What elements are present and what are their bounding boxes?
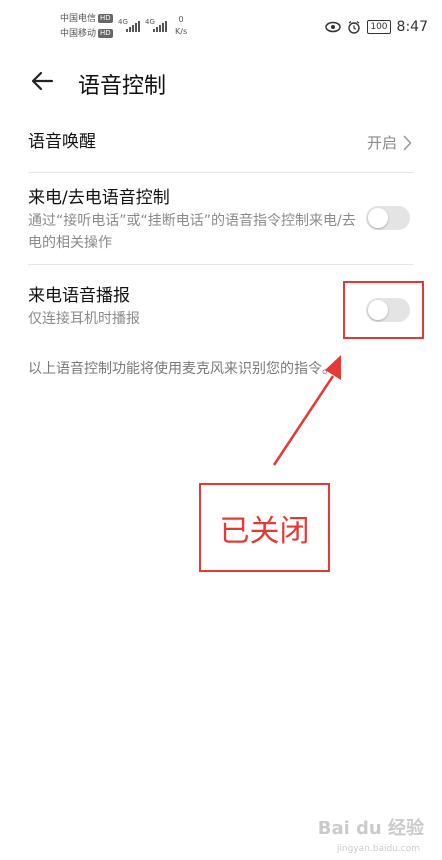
- call-voice-control-row: 来电/去电语音控制 通过“接听电话”或“挂断电话”的语音指令控制来电/去电的相关…: [28, 186, 412, 254]
- network-speed-unit: K/s: [175, 27, 188, 36]
- status-bar: 中国电信 HD 中国移动 HD 4G 4G 0 K/s 100 8:47: [0, 0, 442, 54]
- voice-wake-row[interactable]: 语音唤醒 开启: [28, 130, 412, 160]
- callout-box: 已关闭: [199, 483, 330, 572]
- alarm-clock-icon: [348, 20, 361, 34]
- callout-text: 已关闭: [219, 513, 310, 549]
- microphone-footnote: 以上语音控制功能将使用麦克风来识别您的指令。: [28, 361, 336, 377]
- carrier-1: 中国电信 HD: [60, 14, 113, 25]
- carrier-2-label: 中国移动: [60, 29, 97, 39]
- voice-wake-status: 开启: [366, 134, 397, 152]
- voice-wake-value: 开启: [367, 132, 412, 153]
- clock: 8:47: [396, 19, 428, 35]
- page-title: 语音控制: [78, 74, 167, 99]
- hd-badge-1: HD: [98, 14, 113, 23]
- divider: [28, 172, 414, 173]
- watermark-logo: Bai du 经验: [317, 818, 424, 839]
- switch-knob: [368, 208, 388, 228]
- signal-bars-icon-1: [126, 20, 140, 32]
- title-bar: 语音控制: [0, 58, 442, 106]
- call-voice-control-description: 通过“接听电话”或“挂断电话”的语音指令控制来电/去电的相关操作: [28, 213, 356, 251]
- annotation-arrow-icon: [272, 355, 341, 466]
- hd-badge-2: HD: [98, 29, 113, 38]
- back-button[interactable]: [28, 66, 58, 96]
- call-voice-control-label: 来电/去电语音控制: [28, 188, 170, 208]
- signal-bars-icon-2: [153, 20, 167, 32]
- watermark-url: jingyan.baidu.com: [336, 844, 420, 854]
- network-speed-value: 0: [178, 15, 184, 24]
- highlight-box: [343, 281, 424, 339]
- carrier-1-label: 中国电信: [60, 14, 97, 24]
- voice-wake-label: 语音唤醒: [28, 132, 96, 152]
- chevron-right-icon: [403, 135, 412, 150]
- network-speed: 0 K/s: [175, 14, 187, 38]
- carrier-2: 中国移动 HD: [60, 29, 113, 40]
- status-right: 100 8:47: [325, 19, 428, 35]
- eye-comfort-icon: [325, 21, 342, 33]
- call-voice-control-switch[interactable]: [366, 206, 410, 230]
- battery-icon: 100: [367, 20, 391, 34]
- arrow-left-icon: [31, 71, 54, 91]
- divider: [28, 264, 414, 265]
